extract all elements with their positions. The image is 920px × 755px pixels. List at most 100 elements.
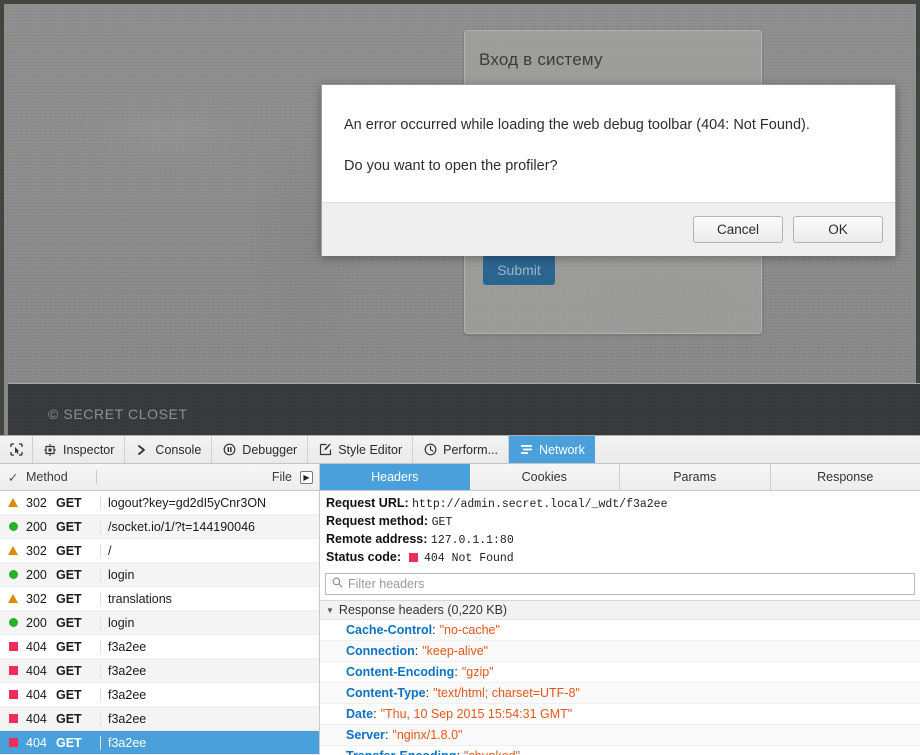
expand-columns-icon[interactable]: ▶ xyxy=(300,471,313,484)
filter-headers-input[interactable] xyxy=(348,577,908,591)
header-row[interactable]: Server:"nginx/1.8.0" xyxy=(320,725,920,746)
row-method: GET xyxy=(56,640,100,654)
header-row[interactable]: Date:"Thu, 10 Sep 2015 15:54:31 GMT" xyxy=(320,704,920,725)
status-icon-cell xyxy=(0,690,26,699)
column-header-file-label[interactable]: File xyxy=(272,470,292,484)
status-error-icon xyxy=(9,690,18,699)
status-icon-cell xyxy=(0,546,26,555)
row-method: GET xyxy=(56,568,100,582)
devtools-toolbar: Inspector Console Debugger xyxy=(0,436,920,464)
status-ok-icon xyxy=(9,618,18,627)
dialog-body: An error occurred while loading the web … xyxy=(322,85,895,202)
ok-button[interactable]: OK xyxy=(793,216,883,243)
request-summary: Request URL: http://admin.secret.local/_… xyxy=(320,491,920,569)
tab-response[interactable]: Response xyxy=(771,464,920,490)
table-row[interactable]: 404GETf3a2ee xyxy=(0,707,319,731)
status-icon-cell xyxy=(0,594,26,603)
row-status: 404 xyxy=(26,688,56,702)
filter-headers-box[interactable] xyxy=(325,573,915,595)
table-row[interactable]: 404GETf3a2ee xyxy=(0,659,319,683)
status-ok-icon xyxy=(9,522,18,531)
header-name: Server xyxy=(346,728,385,742)
console-chevron-icon xyxy=(135,443,149,457)
tab-headers[interactable]: Headers xyxy=(320,464,470,490)
request-rows: 302GETlogout?key=gd2dI5yCnr3ON200GET/soc… xyxy=(0,491,319,755)
header-row[interactable]: Cache-Control:"no-cache" xyxy=(320,620,920,641)
tab-style-editor-label: Style Editor xyxy=(338,443,402,457)
tab-cookies[interactable]: Cookies xyxy=(470,464,621,490)
tab-debugger[interactable]: Debugger xyxy=(212,436,308,463)
network-split: ✓ Method File ▶ 302GETlogout?key=gd2dI5y… xyxy=(0,464,920,755)
tab-console[interactable]: Console xyxy=(125,436,212,463)
response-headers-group-toggle[interactable]: ▼ Response headers (0,220 KB) xyxy=(320,600,920,620)
row-file: / xyxy=(100,544,319,558)
table-row[interactable]: 200GETlogin xyxy=(0,563,319,587)
status-icon-cell xyxy=(0,642,26,651)
table-row[interactable]: 200GET/socket.io/1/?t=144190046 xyxy=(0,515,319,539)
status-icon-cell xyxy=(0,666,26,675)
search-icon xyxy=(332,577,343,591)
tab-network-label: Network xyxy=(539,443,585,457)
summary-request-url-value: http://admin.secret.local/_wdt/f3a2ee xyxy=(412,498,667,511)
inspector-icon xyxy=(43,443,57,457)
tab-network[interactable]: Network xyxy=(509,436,595,463)
row-file: f3a2ee xyxy=(100,736,319,750)
request-list-header: ✓ Method File ▶ xyxy=(0,464,319,491)
tab-inspector[interactable]: Inspector xyxy=(33,436,125,463)
header-row[interactable]: Content-Type:"text/html; charset=UTF-8" xyxy=(320,683,920,704)
summary-status-code: Status code: 404 Not Found xyxy=(326,549,914,567)
element-picker-button[interactable] xyxy=(0,436,33,463)
table-row[interactable]: 404GETf3a2ee xyxy=(0,635,319,659)
performance-clock-icon xyxy=(423,443,437,457)
column-header-check[interactable]: ✓ xyxy=(0,470,26,485)
submit-button[interactable]: Submit xyxy=(483,255,555,285)
row-method: GET xyxy=(56,544,100,558)
status-redirect-icon xyxy=(8,498,18,507)
header-row[interactable]: Connection:"keep-alive" xyxy=(320,641,920,662)
summary-remote-address-key: Remote address: xyxy=(326,532,427,546)
summary-remote-address-value: 127.0.1.1:80 xyxy=(431,534,514,547)
row-status: 404 xyxy=(26,640,56,654)
cancel-button[interactable]: Cancel xyxy=(693,216,783,243)
row-file: f3a2ee xyxy=(100,664,319,678)
table-row[interactable]: 302GETlogout?key=gd2dI5yCnr3ON xyxy=(0,491,319,515)
status-icon-cell xyxy=(0,618,26,627)
status-redirect-icon xyxy=(8,546,18,555)
status-error-icon xyxy=(9,738,18,747)
row-method: GET xyxy=(56,520,100,534)
detail-tabs: Headers Cookies Params Response xyxy=(320,464,920,491)
status-icon-cell xyxy=(0,714,26,723)
dialog-message-line-2: Do you want to open the profiler? xyxy=(344,156,873,177)
table-row[interactable]: 302GETtranslations xyxy=(0,587,319,611)
row-file: login xyxy=(100,568,319,582)
network-icon xyxy=(519,443,533,457)
status-icon-cell xyxy=(0,498,26,507)
table-row[interactable]: 200GETlogin xyxy=(0,611,319,635)
tab-performance[interactable]: Perform... xyxy=(413,436,509,463)
devtools-panel: Inspector Console Debugger xyxy=(0,435,920,754)
row-file: f3a2ee xyxy=(100,640,319,654)
row-method: GET xyxy=(56,688,100,702)
summary-status-code-value: 404 Not Found xyxy=(424,552,514,565)
table-row[interactable]: 302GET/ xyxy=(0,539,319,563)
summary-request-method-key: Request method: xyxy=(326,514,428,528)
headers-scroll-area[interactable]: ▼ Response headers (0,220 KB) Cache-Cont… xyxy=(320,595,920,755)
table-row[interactable]: 404GETf3a2ee xyxy=(0,683,319,707)
header-name: Cache-Control xyxy=(346,623,432,637)
header-row[interactable]: Content-Encoding:"gzip" xyxy=(320,662,920,683)
tab-inspector-label: Inspector xyxy=(63,443,114,457)
header-colon: : xyxy=(432,623,435,637)
header-value: "nginx/1.8.0" xyxy=(392,728,462,742)
row-method: GET xyxy=(56,616,100,630)
row-method: GET xyxy=(56,664,100,678)
row-file: translations xyxy=(100,592,319,606)
column-header-method[interactable]: Method xyxy=(26,470,96,484)
table-row[interactable]: 404GETf3a2ee xyxy=(0,731,319,755)
tab-params[interactable]: Params xyxy=(620,464,771,490)
tab-style-editor[interactable]: Style Editor xyxy=(308,436,413,463)
error-dialog: An error occurred while loading the web … xyxy=(321,84,896,256)
dialog-footer: Cancel OK xyxy=(322,202,895,256)
header-colon: : xyxy=(454,665,457,679)
network-request-list: ✓ Method File ▶ 302GETlogout?key=gd2dI5y… xyxy=(0,464,320,755)
status-icon-cell xyxy=(0,570,26,579)
